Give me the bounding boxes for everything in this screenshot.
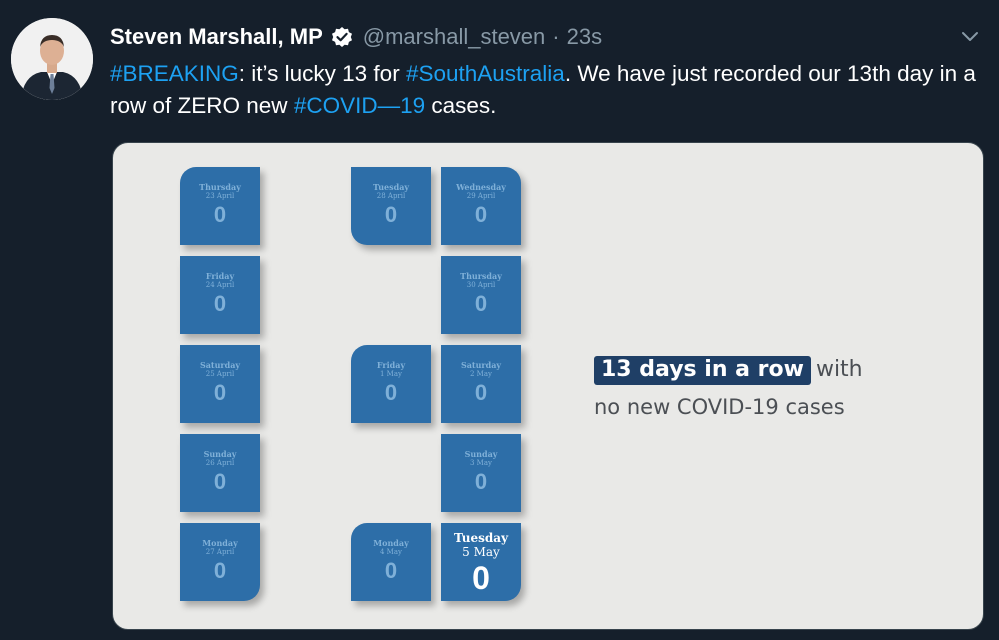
day-tile: Tuesday 28 April 0 bbox=[351, 167, 431, 245]
tile-day: Friday bbox=[376, 360, 406, 370]
tile-day: Thursday bbox=[460, 271, 502, 281]
day-tile: Friday 24 April 0 bbox=[180, 256, 260, 334]
tile-date: 1 May bbox=[380, 370, 402, 378]
tile-date: 5 May bbox=[462, 545, 500, 559]
tile-count: 0 bbox=[474, 469, 488, 494]
tile-day: Tuesday bbox=[453, 531, 509, 545]
tile-day: Sunday bbox=[464, 449, 498, 459]
tile-date: 26 April bbox=[205, 459, 235, 467]
display-name[interactable]: Steven Marshall, MP bbox=[110, 24, 323, 50]
tile-count: 0 bbox=[384, 202, 398, 227]
tile-day: Tuesday bbox=[372, 182, 410, 192]
tile-day: Saturday bbox=[460, 360, 502, 370]
tile-date: 2 May bbox=[470, 370, 492, 378]
tile-count: 0 bbox=[474, 202, 488, 227]
tile-count: 0 bbox=[384, 380, 398, 405]
tile-count: 0 bbox=[213, 202, 227, 227]
tile-day: Monday bbox=[373, 538, 409, 548]
day-tile: Saturday 2 May 0 bbox=[441, 345, 521, 423]
tile-day: Saturday bbox=[199, 360, 241, 370]
day-tile-current: Tuesday 5 May 0 bbox=[441, 523, 521, 601]
day-tile: Monday 27 April 0 bbox=[180, 523, 260, 601]
tweet-media-image[interactable]: Thursday 23 April 0 Friday 24 April 0 Sa… bbox=[112, 142, 984, 630]
tweet-text-segment: cases. bbox=[425, 93, 497, 118]
day-tile: Monday 4 May 0 bbox=[351, 523, 431, 601]
tile-date: 28 April bbox=[376, 192, 406, 200]
hashtag-southaustralia[interactable]: #SouthAustralia bbox=[406, 61, 565, 86]
tile-day: Sunday bbox=[203, 449, 237, 459]
tile-date: 4 May bbox=[380, 548, 402, 556]
tile-count: 0 bbox=[213, 469, 227, 494]
timestamp[interactable]: 23s bbox=[567, 24, 602, 50]
separator-dot: · bbox=[552, 24, 560, 49]
tile-date: 23 April bbox=[205, 192, 235, 200]
day-tile: Sunday 3 May 0 bbox=[441, 434, 521, 512]
graphic-headline: 13 days in a row with bbox=[594, 356, 863, 385]
chevron-down-icon[interactable] bbox=[958, 26, 982, 46]
tile-day: Thursday bbox=[199, 182, 241, 192]
day-tile: Sunday 26 April 0 bbox=[180, 434, 260, 512]
headline-rest: with bbox=[815, 357, 863, 382]
hashtag-breaking[interactable]: #BREAKING bbox=[110, 61, 239, 86]
user-handle[interactable]: @marshall_steven bbox=[363, 24, 546, 50]
tile-day: Monday bbox=[202, 538, 238, 548]
day-tile: Thursday 23 April 0 bbox=[180, 167, 260, 245]
avatar[interactable] bbox=[11, 18, 93, 100]
tile-date: 29 April bbox=[466, 192, 496, 200]
tile-count: 0 bbox=[384, 558, 398, 583]
tile-date: 27 April bbox=[205, 548, 235, 556]
tile-count: 0 bbox=[474, 291, 488, 316]
day-tile: Friday 1 May 0 bbox=[351, 345, 431, 423]
tile-date: 25 April bbox=[205, 370, 235, 378]
tile-count: 0 bbox=[472, 560, 490, 596]
tile-count: 0 bbox=[474, 380, 488, 405]
tile-day: Friday bbox=[205, 271, 235, 281]
tile-count: 0 bbox=[213, 558, 227, 583]
day-tile: Thursday 30 April 0 bbox=[441, 256, 521, 334]
tile-date: 30 April bbox=[466, 281, 496, 289]
tweet-text: #BREAKING: it’s lucky 13 for #SouthAustr… bbox=[110, 58, 980, 122]
headline-highlight: 13 days in a row bbox=[594, 356, 811, 385]
tile-count: 0 bbox=[213, 291, 227, 316]
tile-date: 24 April bbox=[205, 281, 235, 289]
hashtag-covid19[interactable]: #COVID—19 bbox=[294, 93, 425, 118]
day-tile: Wednesday 29 April 0 bbox=[441, 167, 521, 245]
tile-date: 3 May bbox=[470, 459, 492, 467]
graphic-subline: no new COVID-19 cases bbox=[594, 395, 845, 419]
tile-count: 0 bbox=[213, 380, 227, 405]
verified-badge-icon bbox=[331, 26, 353, 48]
tweet-text-segment: : it’s lucky 13 for bbox=[238, 61, 406, 86]
day-tile: Saturday 25 April 0 bbox=[180, 345, 260, 423]
tile-day: Wednesday bbox=[456, 182, 506, 192]
